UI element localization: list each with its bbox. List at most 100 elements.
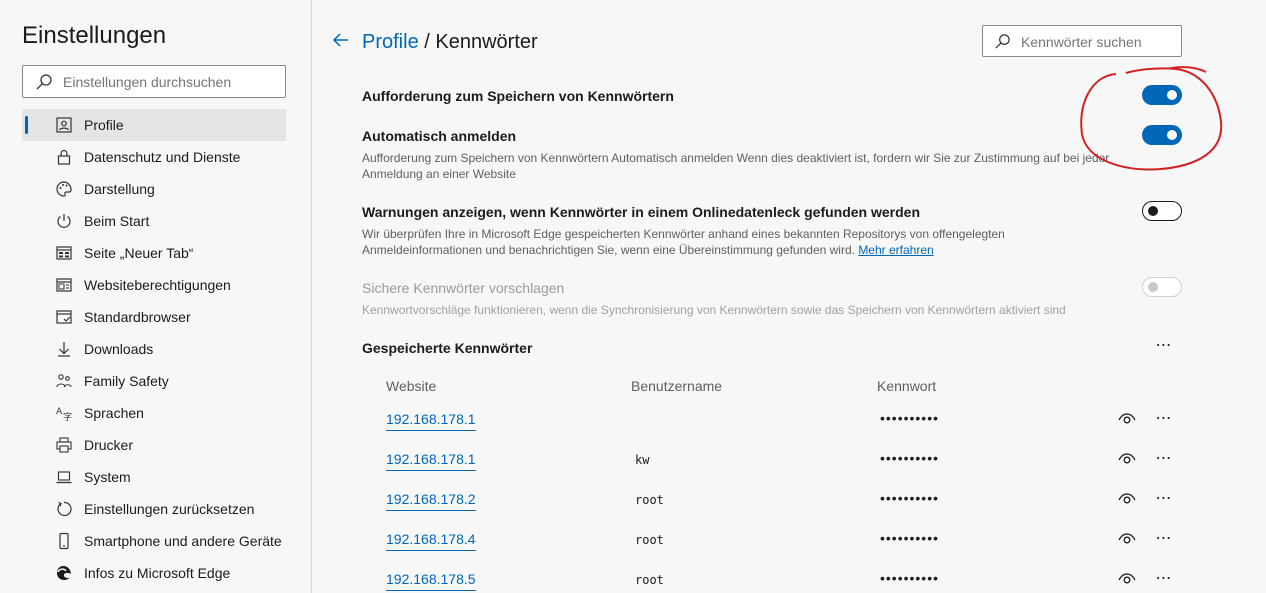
sidebar-item-profile[interactable]: Profile <box>22 109 286 141</box>
default-browser-icon <box>56 310 72 324</box>
sidebar-item-new-tab[interactable]: Seite „Neuer Tab“ <box>22 237 286 269</box>
username-cell: kw <box>635 453 650 467</box>
sidebar-title: Einstellungen <box>22 22 167 49</box>
sidebar-item-label: Websiteberechtigungen <box>84 277 231 293</box>
reset-icon <box>57 501 72 517</box>
printer-icon <box>56 437 72 453</box>
password-cell: •••••••••• <box>880 450 940 466</box>
sidebar-item-appearance[interactable]: Darstellung <box>22 173 286 205</box>
show-password-icon[interactable] <box>1117 571 1137 587</box>
sidebar-item-label: Sprachen <box>84 405 144 421</box>
main-content: Profile / Kennwörter Aufforderung zum Sp… <box>313 0 1266 593</box>
show-password-icon[interactable] <box>1117 491 1137 507</box>
page-title: Kennwörter <box>435 31 538 53</box>
website-link[interactable]: 192.168.178.4 <box>386 531 476 551</box>
toggle-knob <box>1167 130 1177 140</box>
sidebar-item-label: Beim Start <box>84 213 150 229</box>
sidebar-item-downloads[interactable]: Downloads <box>22 333 286 365</box>
sidebar-item-startup[interactable]: Beim Start <box>22 205 286 237</box>
breadcrumb: Profile / Kennwörter <box>362 31 538 54</box>
column-header-username: Benutzername <box>631 378 723 394</box>
sidebar-item-label: Infos zu Microsoft Edge <box>84 565 231 581</box>
svg-text:字: 字 <box>63 411 72 422</box>
show-password-icon[interactable] <box>1117 411 1137 427</box>
sidebar-item-label: Standardbrowser <box>84 309 191 325</box>
username-cell: root <box>635 533 664 547</box>
password-cell: •••••••••• <box>880 410 940 426</box>
sidebar-item-languages[interactable]: A字 Sprachen <box>22 397 286 429</box>
search-icon <box>995 34 1010 49</box>
sidebar-item-label: Darstellung <box>84 181 155 197</box>
password-cell: •••••••••• <box>880 570 940 586</box>
saved-passwords-more-button[interactable]: ⋯ <box>1152 338 1176 360</box>
profile-icon <box>56 117 72 133</box>
row-more-button[interactable]: ⋯ <box>1152 571 1176 593</box>
palette-icon <box>56 181 72 197</box>
power-icon <box>57 214 71 228</box>
password-cell: •••••••••• <box>880 530 940 546</box>
sidebar: Einstellungen Profile Datenschutz und Di… <box>0 0 312 593</box>
username-cell: root <box>635 493 664 507</box>
offer-save-passwords-toggle[interactable] <box>1142 85 1182 105</box>
show-password-icon[interactable] <box>1117 531 1137 547</box>
row-more-button[interactable]: ⋯ <box>1152 411 1176 433</box>
sidebar-item-printers[interactable]: Drucker <box>22 429 286 461</box>
learn-more-link[interactable]: Mehr erfahren <box>858 243 933 257</box>
edge-logo-icon <box>57 566 71 580</box>
password-cell: •••••••••• <box>880 490 940 506</box>
toggle-knob <box>1148 282 1158 292</box>
sidebar-item-label: Datenschutz und Dienste <box>84 149 241 165</box>
sidebar-item-label: Family Safety <box>84 373 169 389</box>
leak-warning-toggle[interactable] <box>1142 201 1182 221</box>
row-more-button[interactable]: ⋯ <box>1152 491 1176 513</box>
website-link[interactable]: 192.168.178.2 <box>386 491 476 511</box>
website-link[interactable]: 192.168.178.5 <box>386 571 476 591</box>
svg-text:A: A <box>56 407 63 417</box>
sidebar-item-about[interactable]: Infos zu Microsoft Edge <box>22 557 286 589</box>
password-search-input[interactable] <box>1021 32 1176 52</box>
sidebar-item-system[interactable]: System <box>22 461 286 493</box>
column-header-password: Kennwort <box>877 378 937 394</box>
sidebar-item-site-permissions[interactable]: Websiteberechtigungen <box>22 269 286 301</box>
leak-warning-description: Wir überprüfen Ihre in Microsoft Edge ge… <box>362 226 1122 258</box>
auto-signin-toggle[interactable] <box>1142 125 1182 145</box>
settings-search-input[interactable] <box>63 72 278 92</box>
laptop-icon <box>56 471 72 484</box>
family-icon <box>56 374 72 388</box>
website-link[interactable]: 192.168.178.1 <box>386 411 476 431</box>
phone-icon <box>59 532 69 550</box>
saved-passwords-title: Gespeicherte Kennwörter <box>362 340 533 356</box>
password-search-box[interactable] <box>982 25 1182 57</box>
sidebar-nav: Profile Datenschutz und Dienste Darstell… <box>22 109 286 589</box>
toggle-knob <box>1167 90 1177 100</box>
toggle-knob <box>1148 206 1158 216</box>
sidebar-item-label: Downloads <box>84 341 154 357</box>
sidebar-item-label: Profile <box>84 117 124 133</box>
sidebar-item-phone[interactable]: Smartphone und andere Geräte <box>22 525 286 557</box>
row-more-button[interactable]: ⋯ <box>1152 451 1176 473</box>
offer-save-passwords-title: Aufforderung zum Speichern von Kennwörte… <box>362 88 674 104</box>
download-icon <box>58 342 70 357</box>
sidebar-item-family-safety[interactable]: Family Safety <box>22 365 286 397</box>
column-header-website: Website <box>386 378 437 394</box>
auto-signin-title: Automatisch anmelden <box>362 128 517 144</box>
sidebar-item-reset[interactable]: Einstellungen zurücksetzen <box>22 493 286 525</box>
website-link[interactable]: 192.168.178.1 <box>386 451 476 471</box>
auto-signin-description: Aufforderung zum Speichern von Kennwörte… <box>362 151 1110 181</box>
suggest-passwords-description: Kennwortvorschläge funktionieren, wenn d… <box>362 303 1066 317</box>
sidebar-item-default-browser[interactable]: Standardbrowser <box>22 301 286 333</box>
suggest-passwords-toggle <box>1142 277 1182 297</box>
settings-search-box[interactable] <box>22 65 286 98</box>
sidebar-item-privacy[interactable]: Datenschutz und Dienste <box>22 141 286 173</box>
breadcrumb-profile-link[interactable]: Profile <box>362 31 419 53</box>
language-icon: A字 <box>56 407 72 422</box>
show-password-icon[interactable] <box>1117 451 1137 467</box>
new-tab-icon <box>56 246 72 260</box>
site-permissions-icon <box>56 278 72 292</box>
username-cell: root <box>635 573 664 587</box>
sidebar-item-label: Einstellungen zurücksetzen <box>84 501 255 517</box>
search-icon <box>36 74 52 90</box>
back-arrow-icon[interactable] <box>331 30 351 50</box>
sidebar-item-label: Drucker <box>84 437 134 453</box>
row-more-button[interactable]: ⋯ <box>1152 531 1176 553</box>
